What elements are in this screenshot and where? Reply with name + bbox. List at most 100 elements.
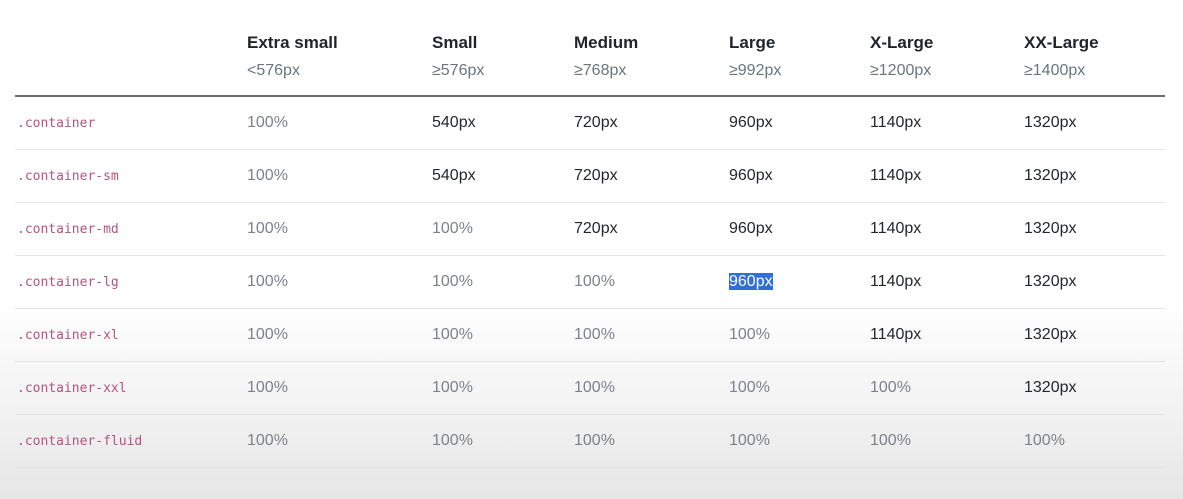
width-cell: 100% xyxy=(729,361,870,415)
width-cell: 960px xyxy=(729,255,870,309)
container-width-value: 100% xyxy=(729,379,770,396)
container-width-value: 100% xyxy=(247,326,288,343)
width-cell: 100% xyxy=(870,414,1024,468)
container-width-value: 100% xyxy=(247,432,288,449)
container-width-value: 1320px xyxy=(1024,326,1077,343)
table-body: .container 100% 540px 720px 960px 1140px 1320p… xyxy=(15,96,1165,468)
breakpoint-name: X-Large xyxy=(870,33,934,52)
container-width-value: 720px xyxy=(574,167,618,184)
container-width-value: 1320px xyxy=(1024,273,1077,290)
container-widths-table-wrapper: Extra small <576px Small ≥576px Medium ≥… xyxy=(15,0,1165,468)
container-width-value: 100% xyxy=(729,326,770,343)
container-width-value: 1320px xyxy=(1024,167,1077,184)
width-cell: 720px xyxy=(574,149,729,203)
container-width-value: 1140px xyxy=(870,326,922,343)
width-cell: 100% xyxy=(247,308,432,362)
table-header: Extra small <576px Small ≥576px Medium ≥… xyxy=(15,0,1165,97)
selected-text-highlight: 960px xyxy=(729,273,773,290)
width-cell: 100% xyxy=(432,202,574,256)
width-cell: 1320px xyxy=(1024,149,1165,203)
width-cell: 1140px xyxy=(870,308,1024,362)
container-width-value: 100% xyxy=(574,379,615,396)
container-width-value: 1140px xyxy=(870,273,922,290)
header-xx-large: XX-Large ≥1400px xyxy=(1024,0,1165,97)
breakpoint-size: ≥1400px xyxy=(1024,62,1086,79)
container-width-value: 100% xyxy=(574,432,615,449)
header-row: Extra small <576px Small ≥576px Medium ≥… xyxy=(15,0,1165,97)
container-width-value: 100% xyxy=(247,220,288,237)
width-cell: 100% xyxy=(247,414,432,468)
container-class-name: .container-md xyxy=(15,202,247,256)
width-cell: 100% xyxy=(1024,414,1165,468)
width-cell: 100% xyxy=(432,361,574,415)
width-cell: 100% xyxy=(574,414,729,468)
header-large: Large ≥992px xyxy=(729,0,870,97)
width-cell: 720px xyxy=(574,202,729,256)
width-cell: 100% xyxy=(574,255,729,309)
header-medium: Medium ≥768px xyxy=(574,0,729,97)
width-cell: 1140px xyxy=(870,255,1024,309)
width-cell: 100% xyxy=(574,308,729,362)
container-width-value: 1140px xyxy=(870,114,922,131)
container-width-value: 100% xyxy=(574,326,615,343)
container-width-value: 100% xyxy=(870,379,911,396)
container-width-value: 100% xyxy=(1024,432,1065,449)
container-width-value: 100% xyxy=(432,326,473,343)
container-width-value: 100% xyxy=(432,220,473,237)
width-cell: 960px xyxy=(729,202,870,256)
container-class-name: .container-sm xyxy=(15,149,247,203)
width-cell: 1140px xyxy=(870,96,1024,150)
container-width-value: 100% xyxy=(247,273,288,290)
width-cell: 100% xyxy=(574,361,729,415)
width-cell: 100% xyxy=(870,361,1024,415)
table-row: .container-xl 100% 100% 100% 100% 1140px 1320p… xyxy=(15,308,1165,362)
breakpoint-size: <576px xyxy=(247,62,300,79)
table-row: .container-xxl 100% 100% 100% 100% 100% 1320px xyxy=(15,361,1165,415)
header-x-large: X-Large ≥1200px xyxy=(870,0,1024,97)
container-width-value: 100% xyxy=(247,379,288,396)
breakpoint-name: Small xyxy=(432,33,478,52)
width-cell: 100% xyxy=(247,255,432,309)
breakpoint-size: ≥992px xyxy=(729,62,782,79)
width-cell: 720px xyxy=(574,96,729,150)
container-width-value: 1140px xyxy=(870,167,922,184)
container-widths-table: Extra small <576px Small ≥576px Medium ≥… xyxy=(15,0,1165,468)
table-row: .container-lg 100% 100% 100% 960px 1140px 1320… xyxy=(15,255,1165,309)
container-width-value: 720px xyxy=(574,114,618,131)
breakpoint-size: ≥768px xyxy=(574,62,627,79)
container-width-value: 540px xyxy=(432,114,476,131)
width-cell: 100% xyxy=(247,202,432,256)
width-cell: 1140px xyxy=(870,149,1024,203)
container-width-value: 1320px xyxy=(1024,114,1077,131)
width-cell: 100% xyxy=(247,96,432,150)
width-cell: 540px xyxy=(432,96,574,150)
breakpoint-size: ≥1200px xyxy=(870,62,932,79)
width-cell: 100% xyxy=(729,414,870,468)
container-class-name: .container-lg xyxy=(15,255,247,309)
container-width-value: 100% xyxy=(574,273,615,290)
breakpoint-size: ≥576px xyxy=(432,62,485,79)
table-row: .container-fluid 100% 100% 100% 100% 100% 100% xyxy=(15,414,1165,468)
width-cell: 1320px xyxy=(1024,202,1165,256)
container-width-value: 100% xyxy=(432,432,473,449)
header-small: Small ≥576px xyxy=(432,0,574,97)
container-width-value: 100% xyxy=(247,114,288,131)
container-width-value: 100% xyxy=(432,379,473,396)
container-width-value: 960px xyxy=(729,220,773,237)
width-cell: 1320px xyxy=(1024,308,1165,362)
breakpoint-name: Extra small xyxy=(247,33,338,52)
header-empty-cell xyxy=(15,0,247,97)
breakpoint-name: Medium xyxy=(574,33,639,52)
width-cell: 100% xyxy=(432,414,574,468)
width-cell: 540px xyxy=(432,149,574,203)
container-width-value: 100% xyxy=(432,273,473,290)
width-cell: 960px xyxy=(729,96,870,150)
container-width-value: 960px xyxy=(729,114,773,131)
table-row: .container-md 100% 100% 720px 960px 1140px 132… xyxy=(15,202,1165,256)
container-width-value: 960px xyxy=(729,167,773,184)
container-class-name: .container-xl xyxy=(15,308,247,362)
width-cell: 100% xyxy=(432,308,574,362)
width-cell: 1320px xyxy=(1024,255,1165,309)
container-width-value: 1140px xyxy=(870,220,922,237)
breakpoint-name: Large xyxy=(729,33,776,52)
